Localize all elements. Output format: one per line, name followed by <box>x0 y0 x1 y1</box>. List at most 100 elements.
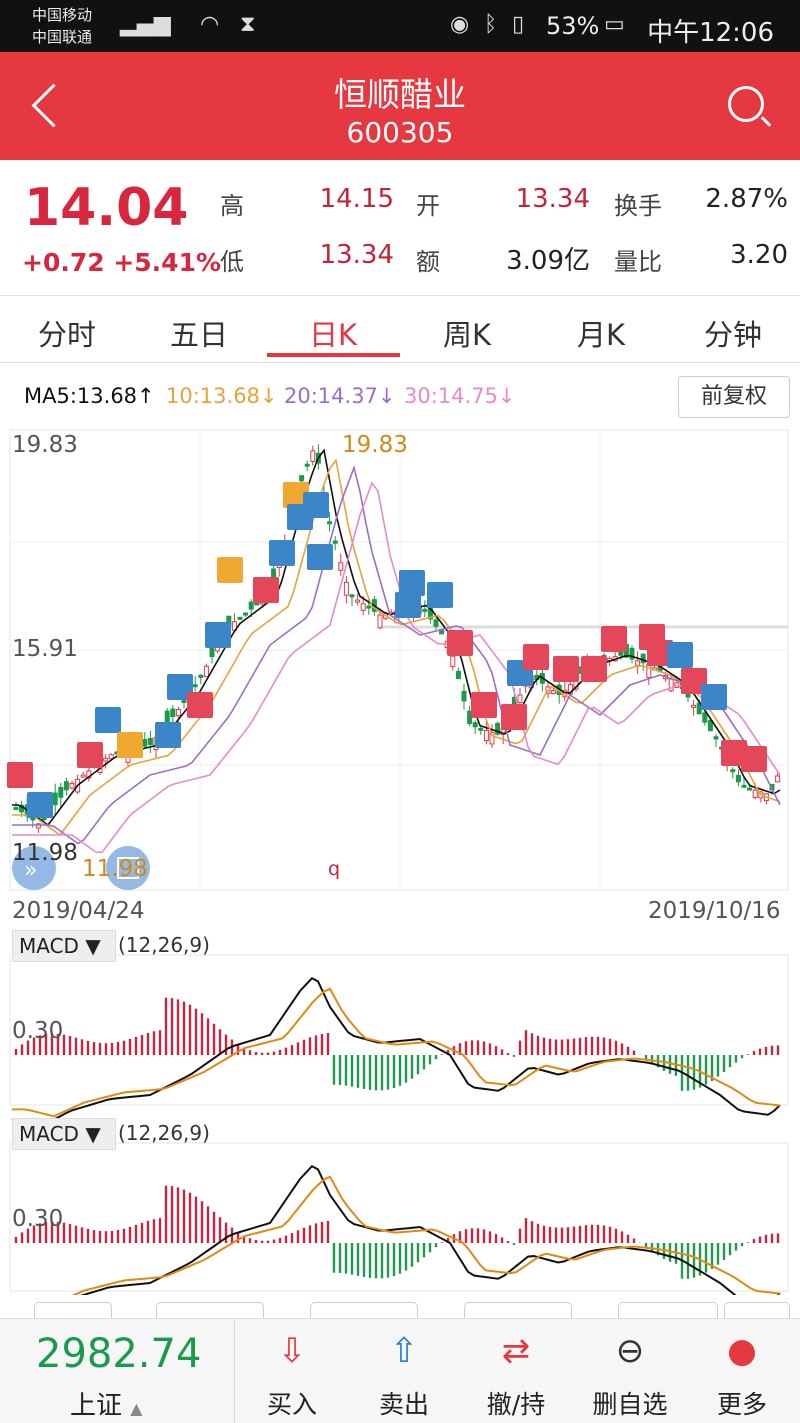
candle-body <box>775 775 781 783</box>
candle-body <box>58 786 64 798</box>
candle-body <box>198 674 204 678</box>
candle-body <box>433 619 439 627</box>
ma30-legend: 30:14.75↓ <box>404 384 516 408</box>
candle-body <box>461 690 467 702</box>
date-start: 2019/04/24 <box>12 898 145 924</box>
swap-icon: ⇄ <box>501 1331 531 1371</box>
candle-body <box>103 757 109 762</box>
max-price-label: 19.83 <box>342 432 408 458</box>
ma10-legend: 10:13.68↓ <box>166 384 278 408</box>
trade-tag <box>701 684 727 710</box>
amount-label: 额 <box>416 248 440 276</box>
candle-body <box>248 601 254 610</box>
macd2-indicator-select[interactable]: MACD ▼ <box>12 1118 116 1150</box>
candle-body <box>646 664 652 678</box>
tab-weekly-k[interactable]: 周K <box>402 312 532 354</box>
trade-tag <box>307 544 333 570</box>
carrier-2: 中国联通 <box>32 28 93 46</box>
candle-body <box>483 729 489 742</box>
candle-body <box>702 712 708 723</box>
chart-marker: q <box>328 858 341 880</box>
stock-name: 恒顺醋业 <box>334 75 466 114</box>
candle-body <box>13 807 19 811</box>
tab-minute[interactable]: 分钟 <box>668 312 798 354</box>
candle-body <box>691 704 697 708</box>
y-axis-mid: 15.91 <box>12 636 78 662</box>
trade-tag <box>667 642 693 668</box>
candle-body <box>170 708 176 718</box>
bluetooth-icon: ᛒ <box>484 12 498 37</box>
remove-icon: ⊖ <box>615 1331 645 1371</box>
moving-average-line <box>12 481 781 854</box>
high-value: 14.15 <box>319 184 394 214</box>
trade-tag <box>205 622 231 648</box>
wifi-icon: ◠ <box>200 12 220 37</box>
candle-body <box>752 789 758 798</box>
trade-tag <box>601 626 627 652</box>
more-icon: ● <box>727 1331 757 1371</box>
date-end: 2019/10/16 <box>648 898 781 924</box>
candle-body <box>747 787 753 791</box>
trade-tag <box>741 746 767 772</box>
macd2-level: 0.30 <box>12 1206 64 1232</box>
adjust-button[interactable]: 前复权 <box>678 376 790 418</box>
app-header: 恒顺醋业 600305 <box>0 52 800 160</box>
macd-dif-line <box>11 976 781 1127</box>
eye-icon: ◉ <box>450 12 470 37</box>
candle-body <box>203 665 209 678</box>
trade-tag <box>27 792 53 818</box>
ma5-legend: MA5:13.68↑ <box>24 384 155 408</box>
y-axis-low: 11.98 <box>12 840 78 866</box>
clock: 中午12:06 <box>647 18 774 48</box>
candle-body <box>730 769 736 773</box>
tab-daily-k[interactable]: 日K <box>268 312 398 354</box>
sell-icon: ⇧ <box>389 1331 419 1371</box>
candle-body <box>237 616 243 620</box>
trade-tag <box>155 722 181 748</box>
amount-value: 3.09亿 <box>506 246 590 276</box>
macd1-name: MACD <box>19 934 79 958</box>
trade-tag <box>501 704 527 730</box>
candle-body <box>52 792 58 806</box>
candle-body <box>713 736 719 740</box>
trade-tag <box>447 630 473 656</box>
trade-tag <box>581 656 607 682</box>
candle-body <box>80 774 86 778</box>
active-tab-underline <box>267 353 400 357</box>
macd1-indicator-select[interactable]: MACD ▼ <box>12 930 116 962</box>
candle-body <box>310 450 316 462</box>
candle-body <box>327 521 333 525</box>
min-price-label: 11.98 <box>82 856 148 882</box>
index-name[interactable]: 上证 ▲ <box>70 1385 143 1422</box>
candle-body <box>478 727 484 731</box>
candle-body <box>640 653 646 664</box>
tab-intraday[interactable]: 分时 <box>2 312 132 354</box>
hourglass-icon: ⧗ <box>240 12 256 37</box>
candle-body <box>69 783 75 789</box>
trade-tag <box>471 692 497 718</box>
search-icon[interactable] <box>728 86 764 122</box>
candle-body <box>304 463 310 467</box>
tab-monthly-k[interactable]: 月K <box>536 312 666 354</box>
more-button[interactable]: 更多 <box>692 1385 792 1421</box>
volume-ratio-label: 量比 <box>614 248 662 276</box>
quote-panel: 14.04 +0.72 +5.41% 高 14.15 开 13.34 换手 2.… <box>0 160 800 296</box>
open-value: 13.34 <box>515 184 590 214</box>
sell-button[interactable]: 卖出 <box>354 1385 454 1421</box>
candle-body <box>209 647 215 658</box>
tab-five-day[interactable]: 五日 <box>134 312 264 354</box>
cancel-hold-button[interactable]: 撤/持 <box>466 1385 566 1421</box>
trade-tag <box>269 540 295 566</box>
last-price: 14.04 <box>24 178 189 238</box>
turnover-label: 换手 <box>614 192 662 220</box>
index-value: 2982.74 <box>36 1331 202 1377</box>
candle-body <box>517 694 523 704</box>
trade-tag <box>303 492 329 518</box>
candle-body <box>422 608 428 612</box>
candle-body <box>349 594 355 598</box>
trade-tag <box>523 644 549 670</box>
buy-button[interactable]: 买入 <box>242 1385 342 1421</box>
candle-body <box>635 660 641 666</box>
remove-watchlist-button[interactable]: 删自选 <box>580 1385 680 1421</box>
candle-body <box>377 614 383 629</box>
